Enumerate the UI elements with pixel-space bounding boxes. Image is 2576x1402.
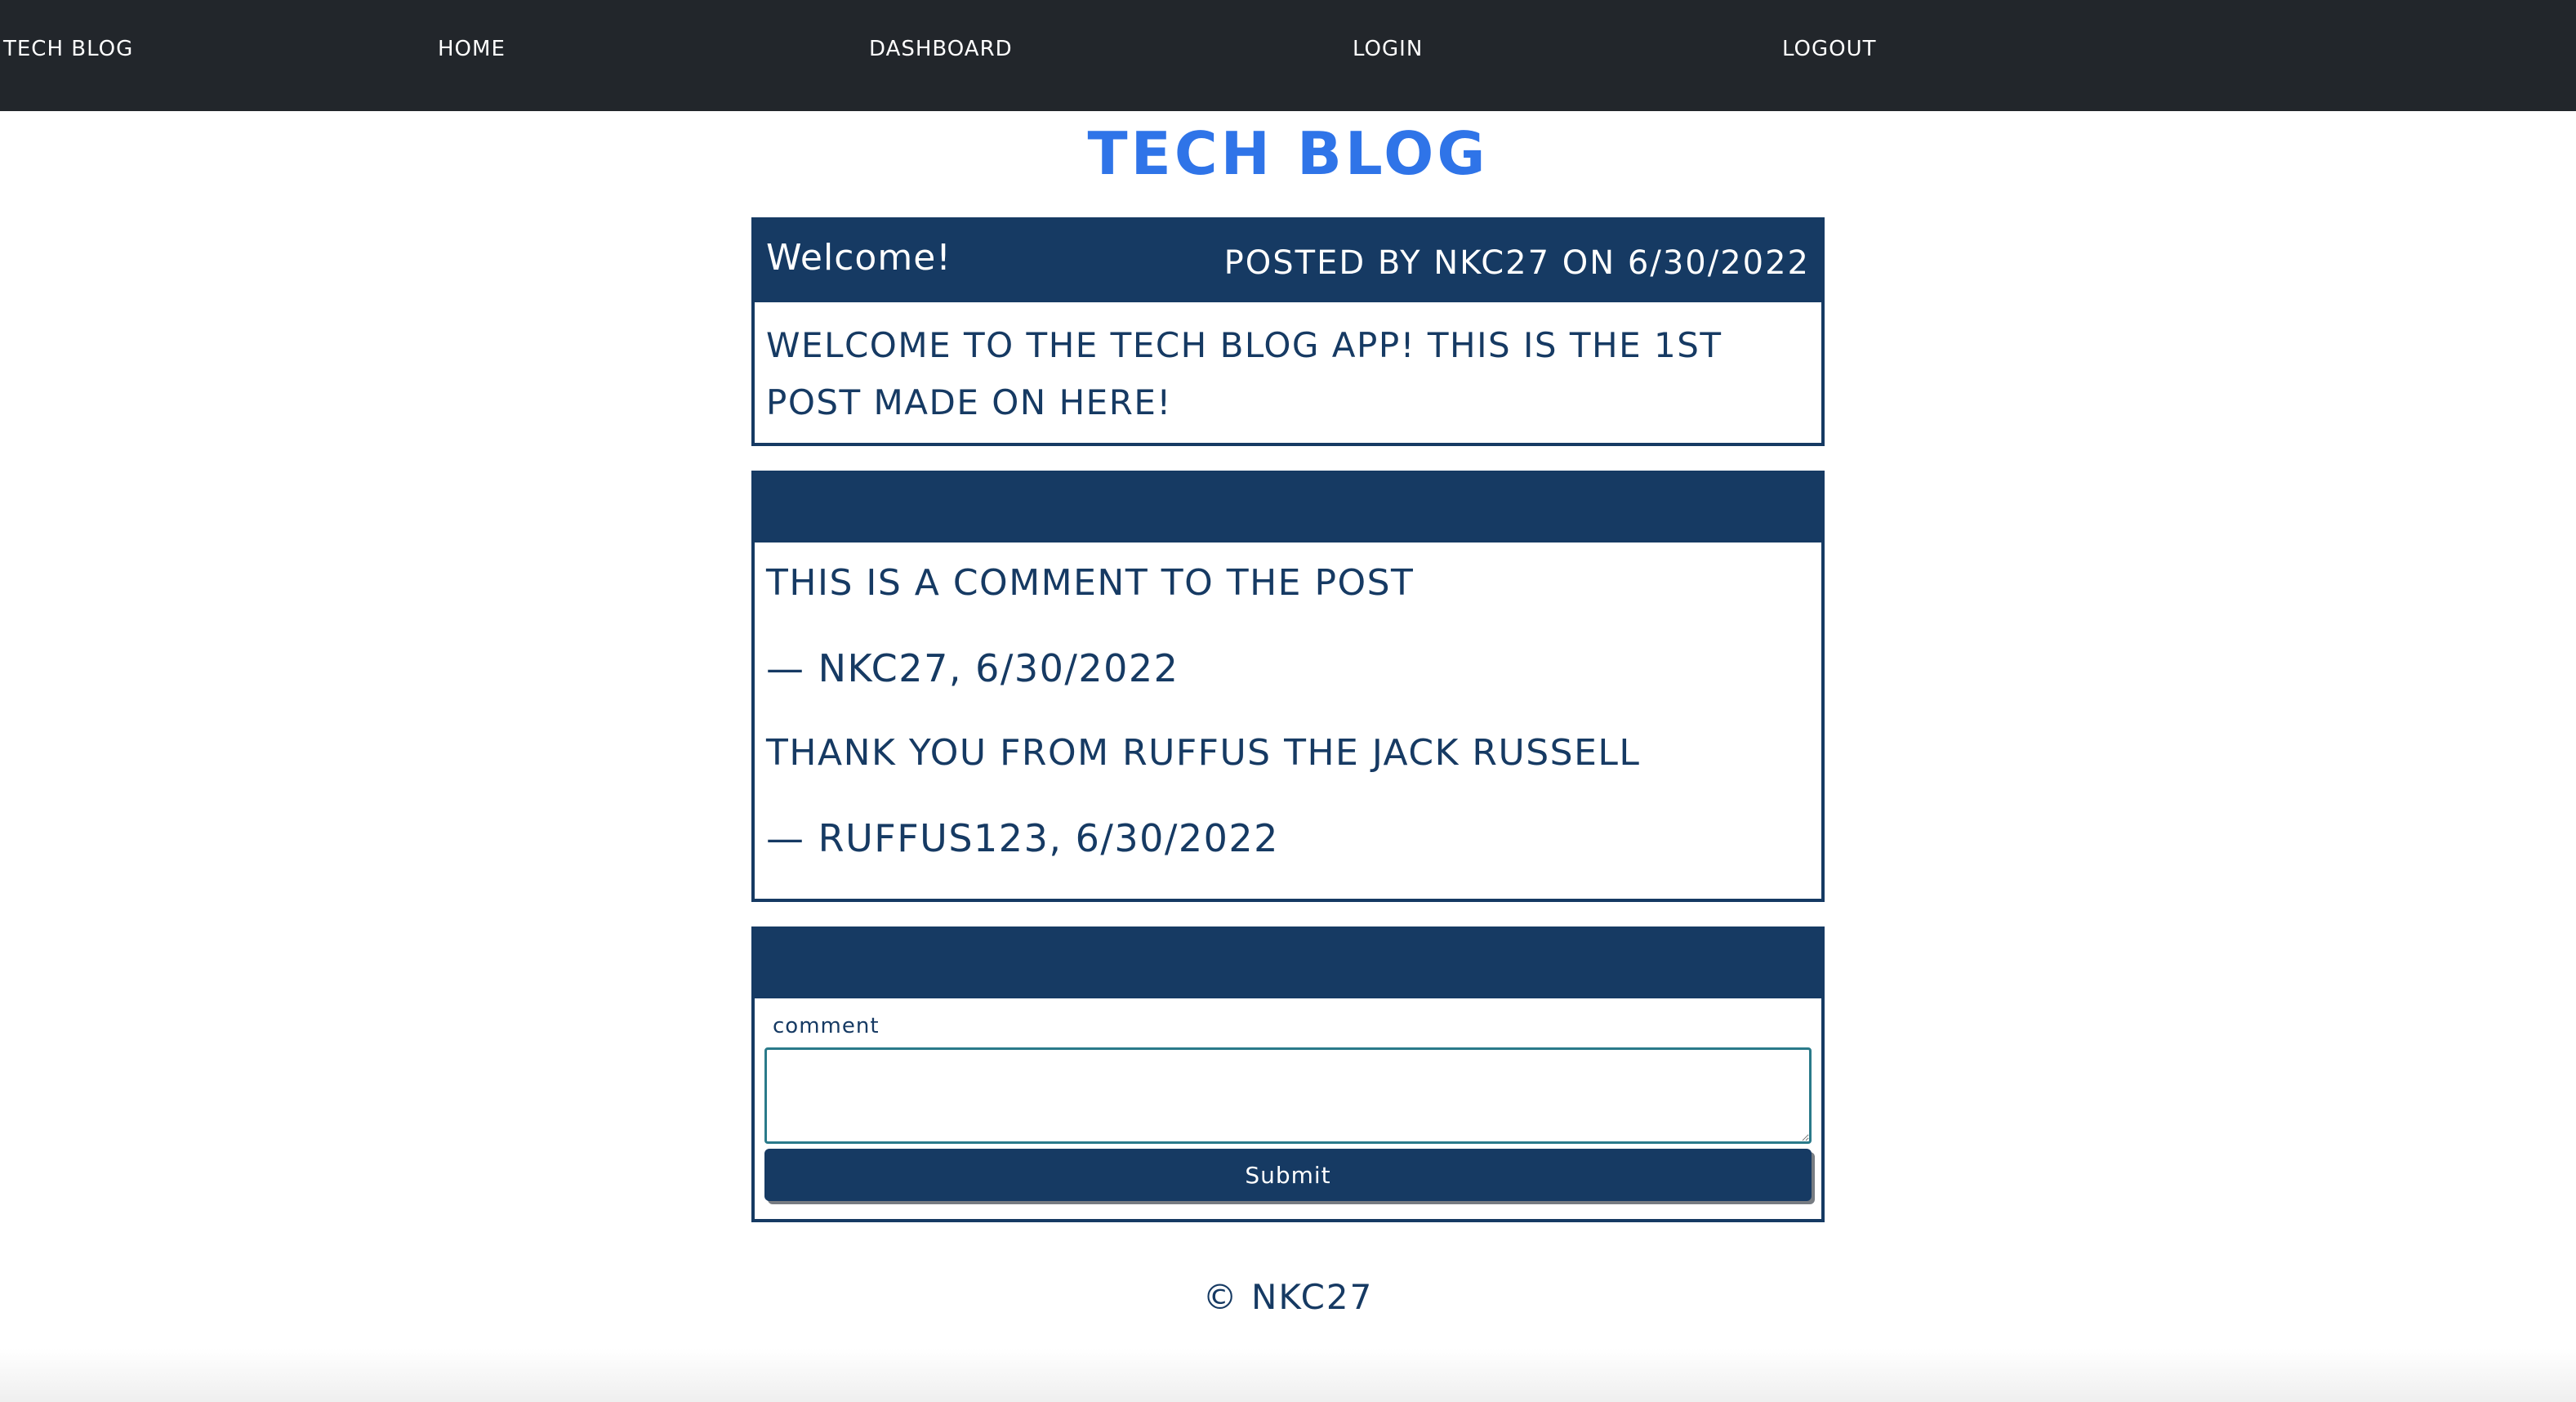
comment-text: Thank you from Ruffus the Jack Russell — [766, 732, 1641, 774]
post-card: Welcome! Posted by NKC27 on 6/30/2022 We… — [751, 217, 1825, 446]
submit-button[interactable]: Submit — [764, 1149, 1812, 1201]
comments-card-header — [755, 474, 1821, 542]
comment-form-header — [755, 930, 1821, 998]
post-body: Welcome to the Tech Blog App! This is th… — [766, 325, 1723, 422]
footer-copyright: © NKC27 — [1202, 1277, 1374, 1317]
comment-textarea[interactable] — [764, 1047, 1812, 1144]
nav-home-link[interactable]: Home — [438, 36, 506, 62]
comments-list: This is a comment to the post — NKC27, 6… — [755, 542, 1821, 889]
nav-logout-link[interactable]: Logout — [1782, 36, 1877, 62]
comment-label: comment — [773, 1014, 880, 1038]
nav-login-link[interactable]: Login — [1353, 36, 1423, 62]
post-meta: Posted by NKC27 on 6/30/2022 — [1223, 244, 1810, 282]
comment-form: comment Submit — [755, 998, 1821, 1219]
comments-card: This is a comment to the post — NKC27, 6… — [751, 471, 1825, 902]
site-title: Tech Blog — [1087, 119, 1489, 188]
post-title: Welcome! — [766, 237, 952, 279]
comment-attribution: — ruffus123, 6/30/2022 — [766, 816, 1279, 860]
page: Tech Blog Home Dashboard Login Logout Te… — [0, 0, 2576, 1402]
comment-form-card: comment Submit — [751, 926, 1825, 1222]
nav-dashboard-link[interactable]: Dashboard — [869, 36, 1013, 62]
post-card-header: Welcome! Posted by NKC27 on 6/30/2022 — [755, 221, 1821, 302]
bottom-shade — [0, 1348, 2576, 1402]
top-navbar: Tech Blog Home Dashboard Login Logout — [0, 0, 2576, 111]
nav-brand-link[interactable]: Tech Blog — [3, 36, 133, 62]
comment-attribution: — NKC27, 6/30/2022 — [766, 646, 1179, 690]
comment-text: This is a comment to the post — [766, 562, 1415, 604]
